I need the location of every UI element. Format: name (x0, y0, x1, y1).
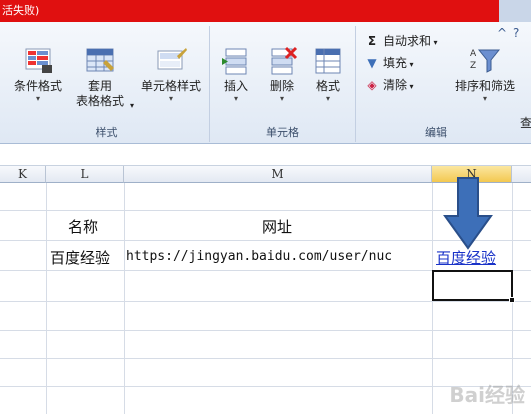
conditional-format-label: 条件格式 (13, 79, 62, 93)
chevron-down-icon: ▾ (168, 94, 173, 103)
delete-label: 删除 (269, 79, 294, 93)
table-format-label-1: 套用 (87, 79, 112, 93)
grid-line (0, 330, 531, 331)
ribbon: ^ ? 条件格式 ▾ 套用 表格格式 ▾ 单元格样式 ▾ 样式 插入 ▾ 删除 … (0, 22, 531, 144)
insert-button[interactable]: 插入 ▾ (216, 46, 256, 104)
cell-m-url-header[interactable]: 网址 (262, 216, 292, 237)
chevron-down-icon: ▾ (407, 82, 414, 91)
cell-l-name-value[interactable]: 百度经验 (50, 247, 110, 268)
cell-styles-button[interactable]: 单元格样式 ▾ (136, 46, 206, 104)
insert-cells-icon (222, 48, 247, 75)
grid-line (0, 358, 531, 359)
eraser-icon: ◈ (367, 78, 377, 92)
fill-down-icon: ▼ (367, 56, 377, 70)
grid-line (0, 301, 531, 302)
autosum-label: 自动求和 (383, 34, 432, 48)
find-select-partial[interactable]: 查 (520, 114, 531, 131)
chevron-down-icon: ▾ (35, 94, 40, 103)
sigma-icon: Σ (367, 34, 377, 48)
chevron-down-icon: ▾ (233, 94, 238, 103)
annotation-arrow-icon (443, 177, 493, 250)
sort-filter-button[interactable]: A Z 排序和筛选 ▾ (450, 46, 520, 104)
conditional-format-button[interactable]: 条件格式 ▾ (8, 46, 68, 104)
window-title: 活失败) (2, 4, 40, 17)
watermark: Bai经验 (449, 383, 525, 407)
styles-group: 条件格式 ▾ 套用 表格格式 ▾ 单元格样式 ▾ 样式 (4, 26, 210, 142)
svg-text:A: A (470, 49, 477, 59)
cells-group-label: 单元格 (266, 126, 299, 139)
format-button[interactable]: 格式 ▾ (308, 46, 348, 104)
format-label: 格式 (315, 79, 340, 93)
chevron-down-icon: ▾ (407, 60, 414, 69)
chevron-down-icon: ▾ (431, 38, 438, 47)
title-bar-corner (499, 0, 531, 22)
column-header-o[interactable] (512, 166, 531, 183)
delete-cells-icon (271, 46, 298, 75)
chevron-down-icon: ▾ (130, 101, 135, 110)
cell-m-url-value[interactable]: https://jingyan.baidu.com/user/nuc (126, 249, 430, 264)
styles-group-label: 样式 (95, 126, 118, 139)
cell-l-name-header[interactable]: 名称 (68, 216, 98, 237)
editing-group-label: 编辑 (425, 126, 447, 139)
clear-button[interactable]: ◈ 清除 ▾ (364, 76, 414, 93)
delete-button[interactable]: 删除 ▾ (262, 46, 302, 104)
active-cell-n[interactable] (432, 270, 515, 303)
chevron-down-icon: ▾ (279, 94, 284, 103)
column-header-m[interactable]: M (124, 166, 432, 183)
fill-button[interactable]: ▼ 填充 ▾ (364, 54, 414, 71)
cells-group: 插入 ▾ 删除 ▾ 格式 ▾ 单元格 (210, 26, 356, 142)
cell-styles-label: 单元格样式 (140, 79, 201, 93)
chevron-down-icon: ▾ (325, 94, 330, 103)
grid-line (46, 183, 47, 414)
column-header-l[interactable]: L (46, 166, 124, 183)
sort-filter-label: 排序和筛选 (454, 79, 515, 93)
editing-group: Σ 自动求和 ▾ ▼ 填充 ▾ ◈ 清除 ▾ A Z 排序和筛选 ▾ 查 编辑 (356, 26, 531, 142)
title-bar: 活失败) (0, 0, 531, 22)
table-format-button[interactable]: 套用 表格格式 (70, 46, 130, 109)
clear-label: 清除 (383, 78, 408, 92)
fill-label: 填充 (383, 56, 408, 70)
insert-label: 插入 (223, 79, 248, 93)
cell-styles-icon (157, 48, 187, 70)
fill-handle[interactable] (509, 297, 515, 303)
column-header-k[interactable]: K (0, 166, 46, 183)
sort-filter-icon: A Z (470, 49, 501, 73)
svg-text:Z: Z (470, 61, 476, 71)
table-format-label-2: 表格格式 (75, 94, 124, 108)
formula-bar[interactable] (0, 144, 531, 166)
chevron-down-icon: ▾ (482, 94, 487, 103)
conditional-format-icon (25, 48, 52, 73)
cell-n-hyperlink[interactable]: 百度经验 (436, 247, 496, 268)
autosum-button[interactable]: Σ 自动求和 ▾ (364, 32, 438, 49)
table-format-icon (86, 48, 114, 72)
format-cells-icon (315, 48, 341, 74)
grid-line (124, 183, 125, 414)
